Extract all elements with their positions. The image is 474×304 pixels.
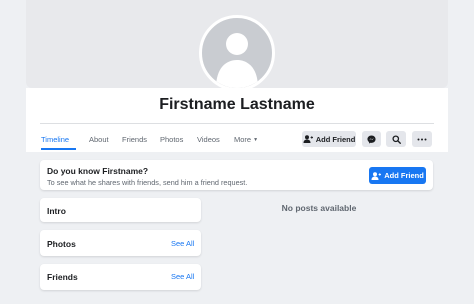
friends-title: Friends	[47, 272, 78, 282]
add-friend-primary-label: Add Friend	[384, 171, 424, 180]
add-friend-button[interactable]: Add Friend	[302, 131, 356, 147]
tab-about[interactable]: About	[89, 135, 109, 144]
search-icon	[391, 134, 401, 144]
add-user-icon	[303, 135, 313, 143]
photos-title: Photos	[47, 239, 76, 249]
ellipsis-icon	[417, 138, 427, 140]
friend-request-title: Do you know Firstname?	[47, 166, 149, 176]
empty-feed-message: No posts available	[281, 203, 357, 213]
tab-photos[interactable]: Photos	[160, 135, 183, 144]
messenger-button[interactable]	[362, 131, 381, 147]
add-user-icon	[371, 171, 382, 180]
intro-title: Intro	[47, 206, 66, 216]
tab-more-label: More	[234, 135, 252, 144]
more-options-button[interactable]	[412, 131, 432, 147]
tab-friends[interactable]: Friends	[122, 135, 147, 144]
search-button[interactable]	[386, 131, 406, 147]
add-friend-primary-button[interactable]: Add Friend	[369, 167, 426, 184]
friends-see-all-link[interactable]: See All	[171, 272, 194, 281]
messenger-icon	[367, 134, 376, 144]
default-avatar-icon	[216, 33, 258, 88]
tab-timeline[interactable]: Timeline	[41, 135, 69, 144]
add-friend-label: Add Friend	[315, 134, 356, 144]
tab-more[interactable]: More ▼	[234, 135, 258, 144]
tab-videos[interactable]: Videos	[197, 135, 220, 144]
header-divider	[40, 123, 434, 124]
active-tab-indicator	[41, 148, 76, 150]
friend-request-subtitle: To see what he shares with friends, send…	[47, 178, 248, 187]
caret-down-icon: ▼	[253, 137, 259, 143]
profile-name: Firstname Lastname	[159, 96, 315, 113]
avatar[interactable]	[199, 15, 275, 91]
profile-page: Firstname Lastname Timeline About Friend…	[0, 0, 474, 304]
photos-see-all-link[interactable]: See All	[171, 239, 194, 248]
